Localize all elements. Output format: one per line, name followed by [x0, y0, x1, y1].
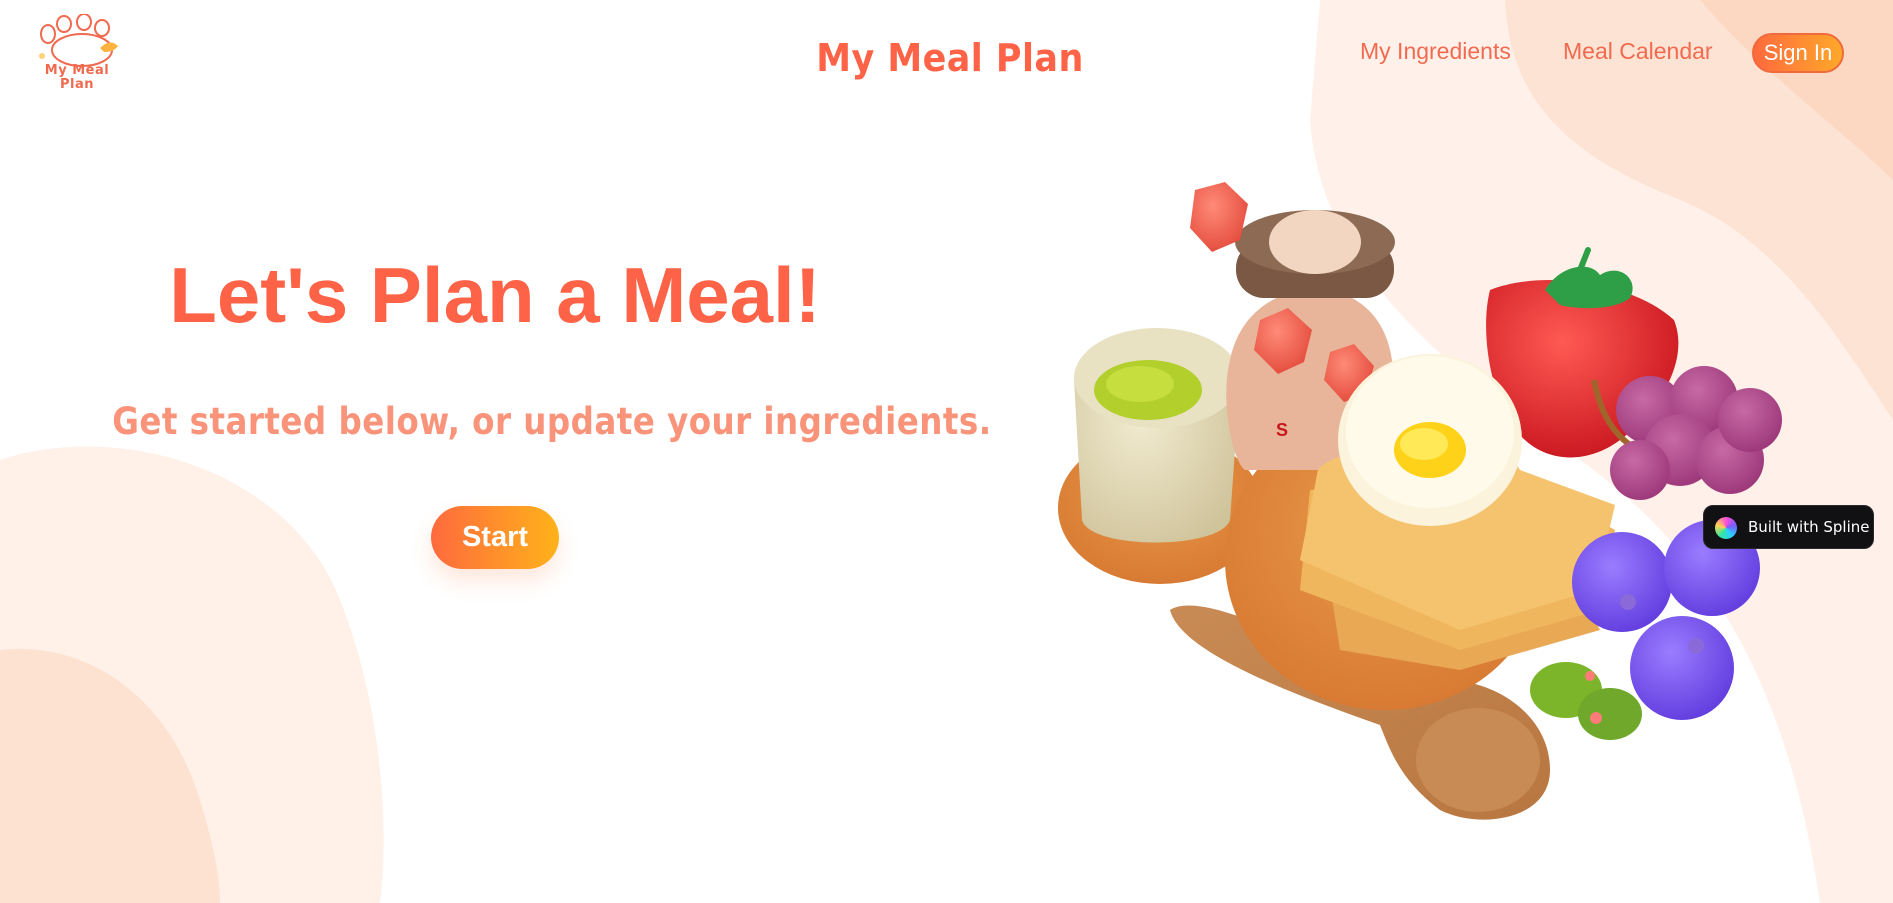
sign-in-button[interactable]: Sign In [1752, 33, 1844, 73]
matcha-cup [1074, 328, 1240, 543]
green-olives [1530, 662, 1642, 740]
food-scene-illustration[interactable] [1040, 170, 1800, 830]
brand-title[interactable]: My Meal Plan [812, 36, 1088, 80]
nav-my-ingredients[interactable]: My Ingredients [1360, 38, 1511, 65]
fried-egg [1338, 354, 1522, 526]
logo-text: My Meal Plan [44, 63, 110, 92]
start-button[interactable]: Start [431, 506, 559, 569]
site-logo[interactable]: My Meal Plan [34, 13, 120, 98]
nav-meal-calendar[interactable]: Meal Calendar [1563, 38, 1713, 65]
top-navbar: My Meal Plan My Meal Plan My Ingredients… [0, 0, 1893, 110]
built-with-spline-badge[interactable]: Built with Spline [1703, 505, 1874, 549]
hero-subtitle: Get started below, or update your ingred… [112, 400, 992, 443]
spline-badge-label: Built with Spline [1748, 518, 1870, 536]
spline-logo-icon [1715, 517, 1737, 539]
shaker-letter: S [1276, 420, 1289, 440]
hero-title: Let's Plan a Meal! [169, 251, 821, 339]
